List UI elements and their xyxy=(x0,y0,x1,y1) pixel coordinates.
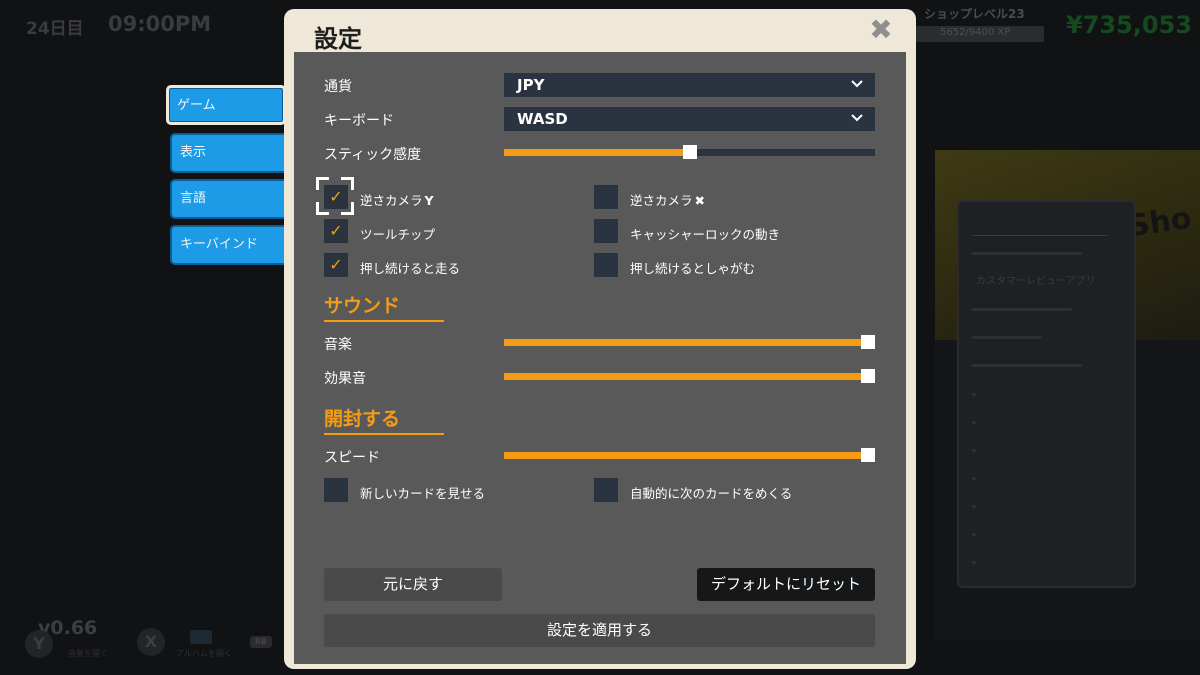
x-button-icon: X xyxy=(137,628,165,656)
slider-knob[interactable] xyxy=(682,145,697,159)
hold-to-crouch-checkbox[interactable]: ✓ xyxy=(594,253,618,277)
check-icon: ✓ xyxy=(329,221,343,240)
reset-default-button[interactable]: デフォルトにリセット xyxy=(697,568,875,601)
cashier-lock-checkbox[interactable]: ✓ xyxy=(594,219,618,243)
phone-panel-row xyxy=(972,449,976,452)
hint-label: 音量を開く xyxy=(68,649,108,658)
open-section-title: 開封する xyxy=(324,408,401,430)
hold-to-crouch-label: 押し続けるとしゃがむ xyxy=(630,261,756,276)
x-button-glyph: ✖ xyxy=(694,193,705,208)
revert-button[interactable]: 元に戻す xyxy=(324,568,502,601)
day-counter: 24日目 xyxy=(26,19,84,39)
show-new-cards-label: 新しいカードを見せる xyxy=(360,486,486,501)
currency-dropdown[interactable]: JPY xyxy=(504,73,875,97)
close-icon[interactable]: ✖ xyxy=(866,15,896,45)
phone-panel-divider xyxy=(972,235,1107,236)
phone-panel-row xyxy=(972,561,976,564)
keyboard-label: キーボード xyxy=(324,113,394,129)
stick-sensitivity-label: スティック感度 xyxy=(324,147,422,163)
check-icon: ✓ xyxy=(329,255,343,274)
currency-label: 通貨 xyxy=(324,79,352,95)
money-display: ¥735,053 xyxy=(1066,11,1193,39)
phone-panel-row xyxy=(972,308,1072,311)
speed-slider[interactable] xyxy=(504,448,875,462)
slider-fill xyxy=(504,149,690,156)
music-label: 音楽 xyxy=(324,337,352,353)
clock: 09:00PM xyxy=(108,12,212,36)
album-icon xyxy=(190,630,212,644)
slider-knob[interactable] xyxy=(861,369,875,383)
show-new-cards-checkbox[interactable]: ✓ xyxy=(324,478,348,502)
check-icon: ✓ xyxy=(329,187,343,206)
hint-label: アルバムを開く xyxy=(176,649,232,658)
keyboard-dropdown[interactable]: WASD xyxy=(504,107,875,131)
keyboard-value: WASD xyxy=(517,110,568,128)
stick-sensitivity-slider[interactable] xyxy=(504,145,875,159)
slider-knob[interactable] xyxy=(861,448,875,462)
hold-to-run-label: 押し続けると走る xyxy=(360,261,461,276)
xp-text: 5652/9400 XP xyxy=(940,27,1011,38)
slider-fill xyxy=(504,339,875,346)
slider-fill xyxy=(504,373,875,380)
sfx-label: 効果音 xyxy=(324,371,366,387)
section-underline xyxy=(324,320,444,322)
tooltips-label: ツールチップ xyxy=(360,227,436,242)
invert-camera-x-checkbox[interactable]: ✓ xyxy=(594,185,618,209)
slider-knob[interactable] xyxy=(861,335,875,349)
phone-panel-row xyxy=(972,252,1082,255)
settings-modal: 設定 ✖ 通貨 JPY キーボード WASD スティック感度 ✓ 逆さカメラY xyxy=(284,9,916,669)
settings-panel: 通貨 JPY キーボード WASD スティック感度 ✓ 逆さカメラY ✓ 逆さカ… xyxy=(294,52,906,664)
hold-to-run-checkbox[interactable]: ✓ xyxy=(324,253,348,277)
tab-keybind[interactable]: キーバインド xyxy=(170,225,290,265)
phone-app-label: カスタマーレビューアプリ xyxy=(976,276,1096,287)
phone-panel-row xyxy=(972,477,976,480)
phone-panel-row xyxy=(972,421,976,424)
invert-camera-y-checkbox[interactable]: ✓ xyxy=(324,185,348,209)
section-underline xyxy=(324,433,444,435)
apply-settings-button[interactable]: 設定を適用する xyxy=(324,614,875,647)
shop-level: ショップレベル23 xyxy=(924,7,1025,21)
sound-section-title: サウンド xyxy=(324,295,401,317)
modal-title: 設定 xyxy=(314,25,362,53)
tab-game[interactable]: ゲーム xyxy=(166,85,286,125)
phone-panel xyxy=(957,200,1136,588)
slider-fill xyxy=(504,452,875,459)
y-button-icon: Y xyxy=(25,630,53,658)
phone-panel-row xyxy=(972,393,976,396)
tab-display[interactable]: 表示 xyxy=(170,133,290,173)
auto-flip-label: 自動的に次のカードをめくる xyxy=(630,486,793,501)
phone-panel-row xyxy=(972,336,1042,339)
speed-label: スピード xyxy=(324,450,380,466)
chevron-down-icon xyxy=(851,114,863,122)
chevron-down-icon xyxy=(851,80,863,88)
phone-panel-row xyxy=(972,364,1082,367)
invert-camera-y-label: 逆さカメラ Y xyxy=(360,193,434,208)
music-slider[interactable] xyxy=(504,335,875,349)
phone-panel-row xyxy=(972,533,976,536)
tooltips-checkbox[interactable]: ✓ xyxy=(324,219,348,243)
phone-panel-row xyxy=(972,505,976,508)
sfx-slider[interactable] xyxy=(504,369,875,383)
tab-language[interactable]: 言語 xyxy=(170,179,290,219)
invert-camera-x-label: 逆さカメラ ✖ xyxy=(630,193,705,208)
cashier-lock-label: キャッシャーロックの動き xyxy=(630,227,781,242)
auto-flip-checkbox[interactable]: ✓ xyxy=(594,478,618,502)
rb-button-icon: RB xyxy=(250,636,272,648)
y-button-glyph: Y xyxy=(424,193,434,208)
currency-value: JPY xyxy=(517,76,545,94)
